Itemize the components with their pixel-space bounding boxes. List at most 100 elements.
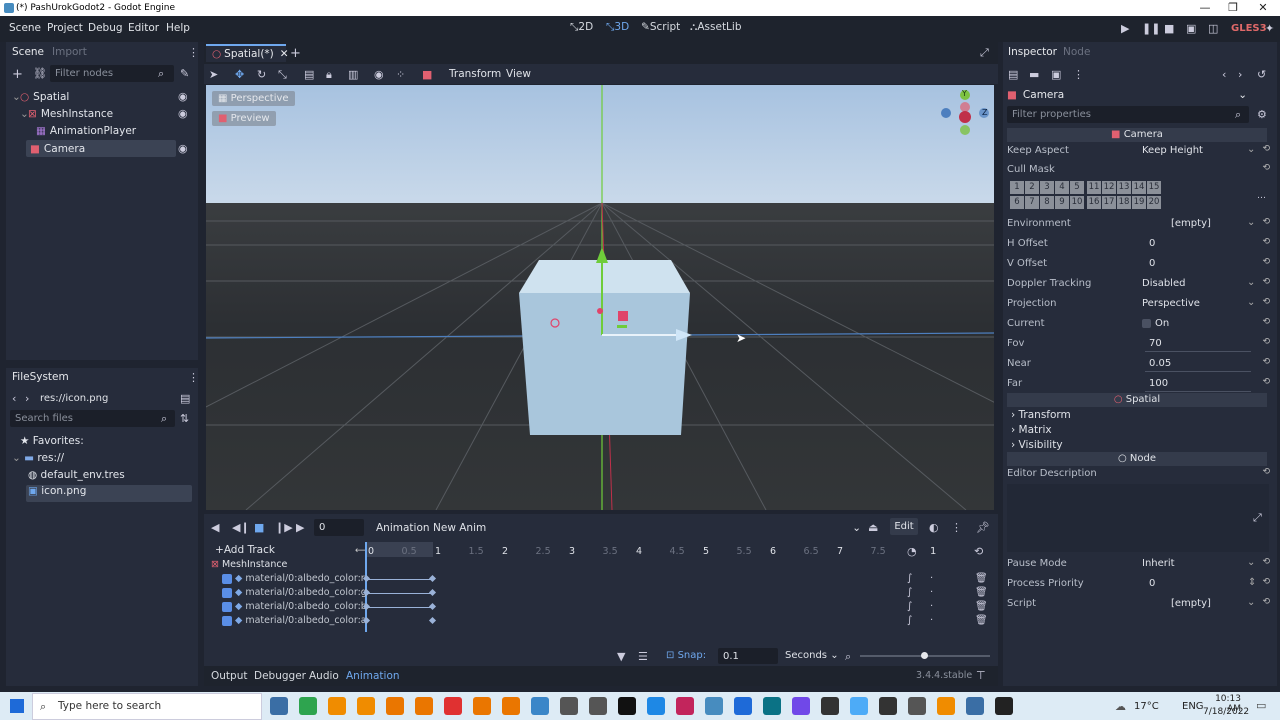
mode-2d-button[interactable]: ⤡2D: [570, 21, 593, 34]
perspective-menu[interactable]: ▦ Perspective: [212, 91, 295, 106]
maximize-icon[interactable]: ❐: [1220, 1, 1246, 14]
close-tab-icon[interactable]: ✕: [280, 48, 289, 60]
snap-toggle[interactable]: ⊡ Snap:: [666, 650, 706, 661]
zoom-slider-handle[interactable]: [921, 652, 928, 659]
play-icon[interactable]: ▶: [1121, 22, 1129, 35]
cull-mask-layer[interactable]: 12: [1102, 181, 1116, 194]
cull-mask-layer[interactable]: 18: [1117, 196, 1131, 209]
play-backwards-icon[interactable]: ◀: [211, 521, 219, 534]
pin-icon[interactable]: 📌︎: [976, 521, 990, 534]
track-group-meshinstance[interactable]: ⊠ MeshInstance: [207, 559, 993, 573]
list-icon[interactable]: ☰: [638, 650, 648, 663]
pin-icon[interactable]: ⊤: [976, 669, 986, 682]
revert-icon[interactable]: ⟲: [1262, 597, 1270, 607]
taskbar-app-icon[interactable]: [589, 697, 607, 715]
wrap-icon[interactable]: ·: [930, 587, 933, 598]
close-window-icon[interactable]: ✕: [1250, 1, 1276, 14]
prop-process-priority[interactable]: Process Priority 0 ⇕ ⟲: [1007, 574, 1272, 594]
cull-mask-layer[interactable]: 3: [1040, 181, 1054, 194]
track-enabled-checkbox[interactable]: [222, 573, 232, 584]
autoplay-icon[interactable]: ⏏: [868, 521, 878, 534]
split-view-icon[interactable]: ▤: [180, 392, 190, 405]
file-item-icon[interactable]: ▣ icon.png: [26, 485, 192, 502]
revert-icon[interactable]: ⟲: [1262, 144, 1270, 154]
prop-h-offset[interactable]: H Offset 0 ⟲: [1007, 234, 1272, 254]
settings-icon[interactable]: ✦: [1265, 22, 1274, 35]
dock-menu-icon[interactable]: ⋮: [188, 371, 199, 384]
prop-projection[interactable]: Projection Perspective ⌄ ⟲: [1007, 294, 1272, 314]
cull-mask-layer[interactable]: 13: [1117, 181, 1131, 194]
cull-mask-layer[interactable]: 19: [1132, 196, 1146, 209]
favorites-item[interactable]: ★ Favorites:: [20, 435, 84, 452]
filter-properties-input[interactable]: Filter properties: [1007, 106, 1249, 123]
delete-track-icon[interactable]: 🗑︎: [975, 601, 988, 612]
track-enabled-checkbox[interactable]: [222, 601, 232, 612]
renderer-select[interactable]: GLES3: [1231, 23, 1267, 34]
mode-assetlib-button[interactable]: ⛬AssetLib: [690, 21, 742, 34]
minimize-icon[interactable]: —: [1192, 1, 1218, 14]
history-icon[interactable]: ↺: [1257, 68, 1266, 81]
object-properties-icon[interactable]: ⚙: [1257, 108, 1267, 121]
taskbar-app-icon[interactable]: [473, 697, 491, 715]
cull-mask-layer[interactable]: 14: [1132, 181, 1146, 194]
tab-node[interactable]: Node: [1063, 46, 1090, 58]
wrap-icon[interactable]: ·: [930, 615, 933, 626]
cull-mask-layer[interactable]: 11: [1087, 181, 1101, 194]
taskbar-app-icon[interactable]: [792, 697, 810, 715]
history-back-icon[interactable]: ‹: [1222, 68, 1226, 81]
revert-icon[interactable]: ⟲: [1262, 337, 1270, 347]
wrap-icon[interactable]: ·: [930, 573, 933, 584]
more-options-icon[interactable]: …: [1257, 191, 1266, 201]
filter-nodes-input[interactable]: Filter nodes: [50, 65, 174, 82]
taskbar-app-icon[interactable]: [966, 697, 984, 715]
anim-length-field[interactable]: 1: [930, 546, 936, 557]
track-row[interactable]: ◆ material/0:albedo_color:a: [207, 615, 993, 629]
cull-mask-layer[interactable]: 2: [1025, 181, 1039, 194]
camera-preview-icon[interactable]: ■: [422, 68, 432, 81]
snap-icon[interactable]: ⁘: [396, 68, 405, 81]
cull-mask-layer[interactable]: 15: [1147, 181, 1161, 194]
time-field[interactable]: 0: [314, 519, 364, 536]
taskbar-app-icon[interactable]: [705, 697, 723, 715]
far-slider[interactable]: [1145, 391, 1251, 392]
menu-project[interactable]: Project: [47, 22, 83, 34]
prop-v-offset[interactable]: V Offset 0 ⟲: [1007, 254, 1272, 274]
tree-node-camera[interactable]: ■ Camera: [26, 140, 176, 157]
tab-inspector[interactable]: Inspector: [1008, 46, 1057, 58]
taskbar-app-icon[interactable]: [357, 697, 375, 715]
prop-near[interactable]: Near 0.05 ⟲: [1007, 354, 1272, 374]
group-icon[interactable]: ▥: [348, 68, 358, 81]
taskbar-app-icon[interactable]: [908, 697, 926, 715]
new-resource-icon[interactable]: ▤: [1008, 68, 1018, 81]
visibility-eye-icon[interactable]: ◉: [178, 142, 188, 155]
visibility-eye-icon[interactable]: ◉: [178, 90, 188, 103]
delete-track-icon[interactable]: 🗑︎: [975, 573, 988, 584]
interpolation-icon[interactable]: ∫: [907, 615, 912, 626]
tree-node-meshinstance[interactable]: ⌄ ⊠ MeshInstance: [20, 105, 190, 122]
revert-icon[interactable]: ⟲: [1262, 467, 1270, 477]
revert-icon[interactable]: ⟲: [1262, 217, 1270, 227]
cull-mask-layer[interactable]: 4: [1055, 181, 1069, 194]
animation-menu-button[interactable]: Animation: [376, 522, 430, 534]
add-track-button[interactable]: +Add Track: [215, 544, 275, 556]
revert-icon[interactable]: ⟲: [1262, 577, 1270, 587]
taskbar-app-icon[interactable]: [647, 697, 665, 715]
group-visibility[interactable]: › Visibility: [1011, 439, 1063, 451]
scale-tool-icon[interactable]: ⤡: [278, 68, 287, 82]
track-row[interactable]: ◆ material/0:albedo_color:g: [207, 587, 993, 601]
interpolation-icon[interactable]: ∫: [907, 573, 912, 584]
taskbar-app-icon[interactable]: [821, 697, 839, 715]
taskbar-app-icon[interactable]: [560, 697, 578, 715]
revert-icon[interactable]: ⟲: [1262, 557, 1270, 567]
visibility-eye-icon[interactable]: ◉: [178, 107, 188, 120]
3d-viewport[interactable]: Y Z ▦ Perspective ■ Preview ➤: [206, 85, 994, 510]
rotate-tool-icon[interactable]: ↻: [257, 68, 266, 81]
taskbar-app-icon[interactable]: [763, 697, 781, 715]
play-backwards-start-icon[interactable]: ◀❙: [232, 521, 250, 534]
near-slider[interactable]: [1145, 371, 1251, 372]
delete-track-icon[interactable]: 🗑︎: [975, 587, 988, 598]
lock-icon[interactable]: 🔒︎: [326, 68, 332, 82]
cull-mask-layer[interactable]: 7: [1025, 196, 1039, 209]
select-tool-icon[interactable]: ➤: [209, 68, 218, 81]
taskbar-app-icon[interactable]: [937, 697, 955, 715]
